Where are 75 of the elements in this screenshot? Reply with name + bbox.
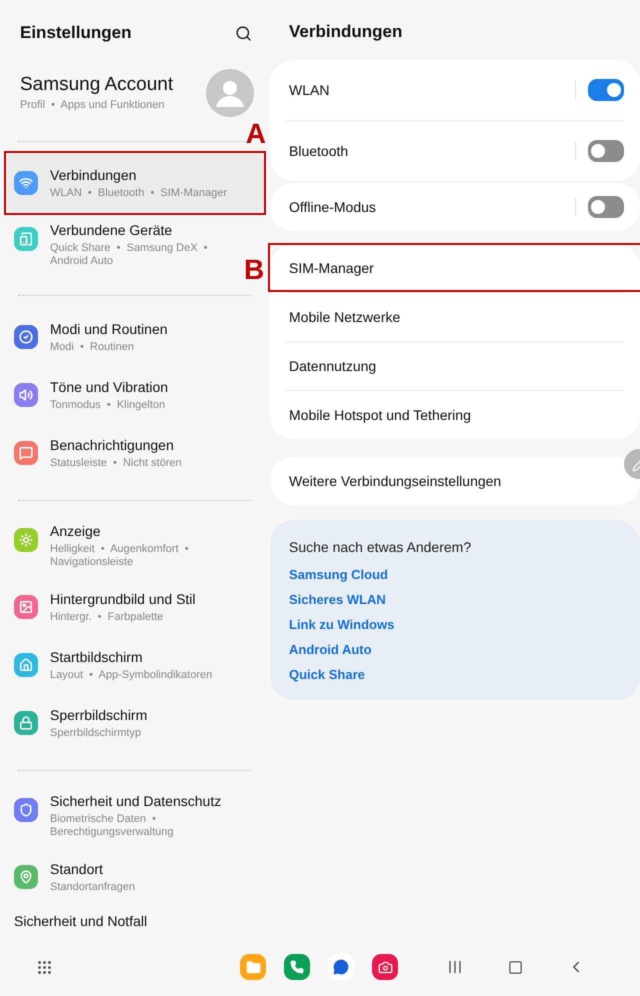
suggestion-link[interactable]: Samsung Cloud: [289, 567, 388, 582]
suggestion-link[interactable]: Android Auto: [289, 642, 372, 657]
settings-item[interactable]: Standort Standortanfragen: [6, 848, 238, 906]
page-title: Einstellungen: [20, 23, 132, 43]
item-title: Standort: [50, 860, 104, 878]
phone-app-icon[interactable]: [284, 954, 310, 980]
suggestion-title: Suche nach etwas Anderem?: [289, 539, 472, 555]
item-subtitle: Quick Share • Samsung DeX • Android Auto: [50, 242, 208, 268]
settings-item[interactable]: Töne und Vibration Tonmodus • Klingelton: [6, 366, 238, 424]
item-subtitle: Hintergr. • Farbpalette: [50, 611, 164, 624]
row-label: Mobile Hotspot und Tethering: [288, 407, 471, 423]
camera-app-icon[interactable]: [372, 954, 398, 980]
row-label: Weitere Verbindungseinstellungen: [288, 473, 502, 489]
section-title: Verbindungen: [288, 21, 404, 43]
settings-row[interactable]: Mobile Hotspot und Tethering: [286, 390, 624, 439]
suggestion-link[interactable]: Link zu Windows: [289, 617, 394, 632]
annotation-label: B: [244, 256, 264, 284]
item-title: Anzeige: [50, 522, 102, 540]
item-subtitle: Layout • App-Symbolindikatoren: [50, 669, 212, 682]
settings-item[interactable]: Verbindungen WLAN • Bluetooth • SIM-Manager: [6, 154, 264, 212]
settings-item[interactable]: Sicherheit und Notfall: [6, 906, 238, 932]
row-label: Offline-Modus: [288, 199, 376, 215]
settings-row[interactable]: Weitere Verbindungseinstellungen: [286, 457, 624, 505]
settings-row[interactable]: Bluetooth: [286, 120, 624, 181]
item-title: Benachrichtigungen: [50, 436, 175, 454]
row-label: Mobile Netzwerke: [288, 309, 400, 325]
settings-row[interactable]: SIM-Manager: [286, 244, 624, 292]
item-title: Hintergrundbild und Stil: [50, 590, 196, 608]
item-subtitle: WLAN • Bluetooth • SIM-Manager: [50, 187, 228, 200]
item-title: Sicherheit und Datenschutz: [50, 792, 222, 810]
settings-item[interactable]: Verbundene Geräte Quick Share • Samsung DeX • Android Auto: [6, 212, 238, 277]
settings-row[interactable]: Datennutzung: [286, 341, 624, 390]
messages-app-icon[interactable]: [328, 954, 354, 980]
settings-row[interactable]: Mobile Netzwerke: [286, 292, 624, 341]
toggle-switch[interactable]: [588, 140, 624, 162]
settings-item[interactable]: Hintergrundbild und Stil Hintergr. • Farbpalette: [6, 578, 238, 636]
app-drawer-icon[interactable]: [36, 958, 53, 976]
item-subtitle: Sperrbildschirmtyp: [50, 727, 142, 740]
item-subtitle: Tonmodus • Klingelton: [50, 399, 166, 412]
settings-item[interactable]: Benachrichtigungen Statusleiste • Nicht stören: [6, 424, 238, 482]
item-title: Startbildschirm: [50, 648, 144, 666]
account-subtitle: Profil • Apps und Funktionen: [20, 99, 166, 112]
settings-item[interactable]: Sperrbildschirm Sperrbildschirmtyp: [6, 694, 238, 752]
toggle-switch[interactable]: [588, 196, 624, 218]
item-subtitle: Biometrische Daten • Berechtigungsverwaltung: [50, 813, 175, 839]
account-item[interactable]: Samsung Account Profil • Apps und Funktionen: [6, 44, 264, 117]
settings-item[interactable]: Startbildschirm Layout • App-Symbolindikatoren: [6, 636, 238, 694]
avatar-icon: [206, 69, 254, 117]
settings-item[interactable]: Modi und Routinen Modi • Routinen: [6, 308, 238, 366]
item-title: Modi und Routinen: [50, 320, 168, 338]
settings-row[interactable]: Offline-Modus: [286, 183, 624, 231]
recents-icon[interactable]: [448, 960, 462, 974]
item-subtitle: Statusleiste • Nicht stören: [50, 457, 182, 470]
settings-item[interactable]: Sicherheit und Datenschutz Biometrische Daten • Berechtigungsverwaltung: [6, 783, 238, 848]
annotation-label: A: [246, 120, 266, 148]
item-title: Verbundene Geräte: [50, 221, 174, 239]
item-title: Sperrbildschirm: [50, 706, 148, 724]
item-subtitle: Helligkeit • Augenkomfort • Navigationsleiste: [50, 543, 190, 569]
suggestion-link[interactable]: Quick Share: [289, 667, 365, 682]
item-subtitle: Modi • Routinen: [50, 341, 135, 354]
suggestion-link[interactable]: Sicheres WLAN: [289, 592, 386, 607]
item-subtitle: Standortanfragen: [50, 881, 136, 894]
item-title: Sicherheit und Notfall: [14, 912, 148, 930]
settings-item[interactable]: Anzeige Helligkeit • Augenkomfort • Navigationsleiste: [6, 513, 238, 578]
row-label: WLAN: [288, 82, 330, 98]
settings-row[interactable]: WLAN: [286, 60, 624, 120]
row-label: SIM-Manager: [288, 260, 374, 276]
row-label: Datennutzung: [288, 358, 376, 374]
search-icon[interactable]: [235, 24, 252, 42]
item-title: Verbindungen: [50, 166, 138, 184]
home-icon[interactable]: [508, 960, 523, 974]
row-label: Bluetooth: [288, 143, 348, 159]
account-name: Samsung Account: [20, 74, 174, 96]
toggle-switch[interactable]: [588, 79, 624, 101]
item-title: Töne und Vibration: [50, 378, 168, 396]
